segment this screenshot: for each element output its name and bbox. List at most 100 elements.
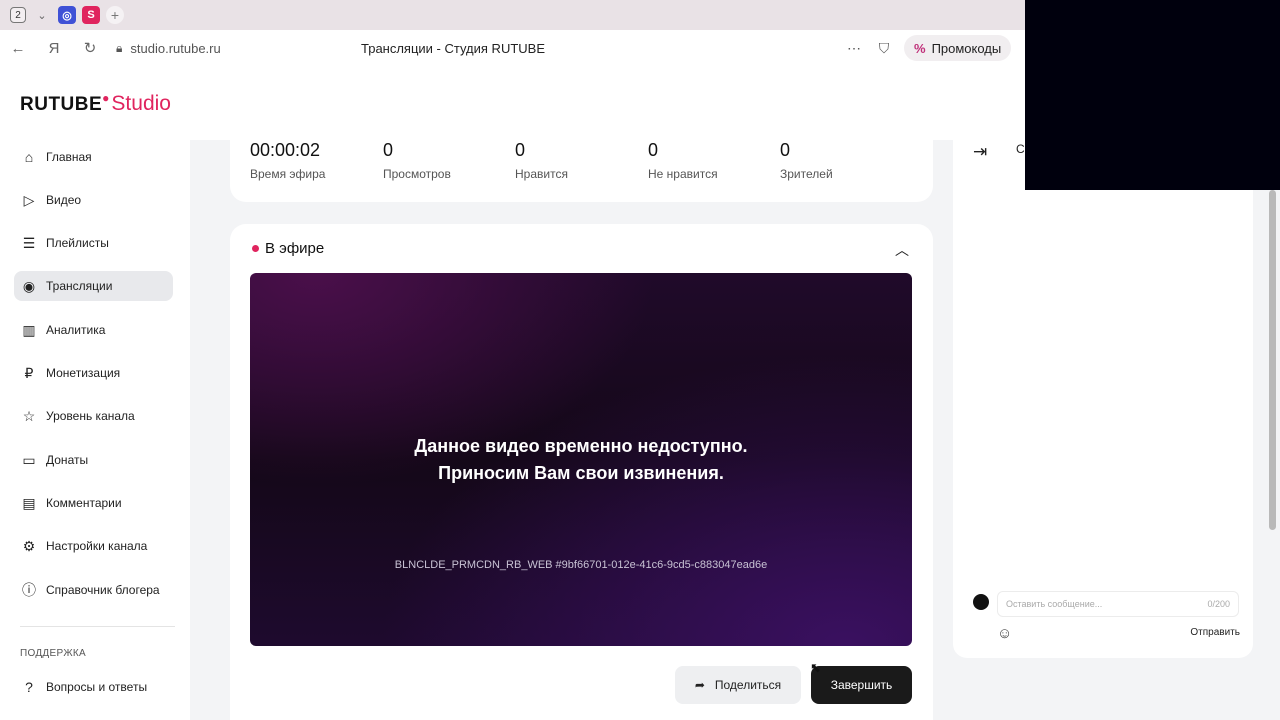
sidebar-item-label: Монетизация bbox=[46, 366, 121, 380]
stat-viewers: 0 Зрителей bbox=[780, 140, 833, 181]
sidebar-item-monetization[interactable]: ₽ Монетизация bbox=[14, 358, 173, 388]
chevron-up-icon[interactable]: ︿ bbox=[895, 240, 909, 260]
sidebar-item-video[interactable]: ▷ Видео bbox=[14, 185, 173, 215]
ruble-icon: ₽ bbox=[24, 364, 34, 381]
reload-icon[interactable]: ↻ bbox=[72, 30, 108, 66]
dark-overlay bbox=[1025, 0, 1280, 190]
promo-button[interactable]: % Промокоды bbox=[904, 35, 1012, 61]
star-icon: ☆ bbox=[22, 407, 36, 424]
comment-icon: ▤ bbox=[22, 494, 36, 511]
share-button[interactable]: ➦ Поделиться bbox=[675, 666, 801, 704]
collapse-panel-icon[interactable]: ⇥ bbox=[973, 142, 987, 162]
stream-stats-card: 00:00:02 Время эфира 0 Просмотров 0 Нрав… bbox=[230, 140, 933, 202]
avatar bbox=[973, 594, 989, 610]
tab-count-badge[interactable]: 2 bbox=[10, 7, 26, 23]
stat-likes: 0 Нравится bbox=[515, 140, 568, 181]
send-button[interactable]: Отправить bbox=[1190, 627, 1240, 638]
bookmark-icon[interactable]: ⛉ bbox=[874, 40, 894, 57]
stat-value: 0 bbox=[648, 140, 659, 160]
stat-airtime: 00:00:02 Время эфира bbox=[250, 140, 325, 181]
info-icon: ⓘ bbox=[22, 582, 36, 598]
live-indicator-dot bbox=[252, 245, 259, 252]
url-field[interactable]: 🔒︎ studio.rutube.ru bbox=[116, 41, 336, 56]
sidebar-item-channel-settings[interactable]: ⚙ Настройки канала bbox=[14, 531, 173, 561]
home-icon: ⌂ bbox=[24, 149, 34, 165]
sidebar-item-broadcasts[interactable]: ◉ Трансляции bbox=[14, 271, 173, 301]
sidebar-item-label: Трансляции bbox=[46, 279, 113, 293]
more-icon[interactable]: ⋯ bbox=[844, 40, 864, 57]
logo-sub-text: Studio bbox=[111, 92, 171, 115]
live-status-title: В эфире bbox=[252, 240, 324, 257]
question-icon: ? bbox=[25, 679, 33, 695]
url-text: studio.rutube.ru bbox=[130, 40, 221, 56]
video-player[interactable]: Данное видео временно недоступно. Принос… bbox=[250, 273, 912, 646]
sidebar-item-comments[interactable]: ▤ Комментарии bbox=[14, 488, 173, 518]
stat-label: Не нравится bbox=[648, 167, 718, 181]
yandex-icon[interactable]: Я bbox=[36, 30, 72, 66]
share-label: Поделиться bbox=[714, 678, 782, 692]
emoji-icon[interactable]: ☺ bbox=[997, 625, 1012, 642]
address-bar-actions: ⋯ ⛉ % Промокоды bbox=[844, 30, 1046, 66]
chevron-down-icon[interactable]: ⌄ bbox=[32, 9, 52, 22]
browser-page-title: Трансляции - Студия RUTUBE bbox=[361, 40, 545, 56]
chat-char-counter: 0/200 bbox=[1207, 599, 1230, 609]
stat-value: 0 bbox=[383, 140, 394, 160]
stat-label: Время эфира bbox=[250, 167, 326, 181]
sidebar-item-label: Справочник блогера bbox=[46, 583, 160, 597]
sidebar-item-label: Донаты bbox=[46, 453, 89, 467]
stat-label: Просмотров bbox=[383, 167, 451, 181]
chat-message-input[interactable]: Оставить сообщение... 0/200 bbox=[997, 591, 1239, 617]
support-heading: ПОДДЕРЖКА bbox=[20, 648, 86, 659]
gear-icon: ⚙ bbox=[22, 537, 36, 554]
playlist-icon: ☰ bbox=[22, 234, 36, 251]
sidebar-item-faq[interactable]: ? Вопросы и ответы bbox=[14, 672, 173, 702]
stat-value: 0 bbox=[780, 140, 791, 160]
analytics-icon: ▥ bbox=[22, 321, 36, 338]
video-icon: ▷ bbox=[23, 191, 35, 208]
sidebar-item-playlists[interactable]: ☰ Плейлисты bbox=[14, 228, 173, 258]
share-icon: ➦ bbox=[694, 678, 705, 692]
error-line-1: Данное видео временно недоступно. bbox=[414, 436, 748, 456]
sidebar-item-channel-level[interactable]: ☆ Уровень канала bbox=[14, 401, 173, 431]
chat-input-placeholder: Оставить сообщение... bbox=[1006, 599, 1103, 609]
lock-icon: 🔒︎ bbox=[116, 40, 123, 55]
mouse-cursor-icon: ⬉ bbox=[810, 660, 821, 675]
chat-panel: ⇥ Cc Оставить сообщение... 0/200 ☺ Отпра… bbox=[953, 140, 1253, 658]
sidebar-item-label: Аналитика bbox=[46, 323, 106, 337]
rutube-tab-favicon[interactable]: S bbox=[82, 6, 100, 24]
stat-value: 0 bbox=[515, 140, 526, 160]
sidebar-item-donations[interactable]: ▭ Донаты bbox=[14, 445, 173, 475]
stat-dislikes: 0 Не нравится bbox=[648, 140, 718, 181]
stat-views: 0 Просмотров bbox=[383, 140, 451, 181]
sidebar-item-label: Вопросы и ответы bbox=[46, 680, 148, 694]
logo-main-text: RUTUBE bbox=[20, 94, 103, 115]
player-error-message: Данное видео временно недоступно. Принос… bbox=[250, 433, 912, 487]
sidebar: ⌂ Главная ▷ Видео ☰ Плейлисты ◉ Трансляц… bbox=[0, 140, 190, 720]
sidebar-item-label: Плейлисты bbox=[46, 236, 109, 250]
page-scrollbar[interactable] bbox=[1269, 190, 1276, 530]
percent-icon: % bbox=[914, 40, 926, 56]
player-error-code: BLNCLDE_PRMCDN_RB_WEB #9bf66701-012e-41c… bbox=[394, 559, 768, 571]
live-title-text: В эфире bbox=[265, 240, 325, 257]
rutube-studio-logo[interactable]: RUTUBE ● Studio bbox=[20, 91, 171, 116]
stat-value: 00:00:02 bbox=[250, 140, 321, 160]
sidebar-item-label: Уровень канала bbox=[46, 409, 135, 423]
promo-label: Промокоды bbox=[931, 40, 1002, 56]
new-tab-icon[interactable]: + bbox=[106, 6, 124, 24]
sidebar-item-analytics[interactable]: ▥ Аналитика bbox=[14, 315, 173, 345]
sidebar-item-home[interactable]: ⌂ Главная bbox=[14, 142, 173, 172]
back-arrow-icon[interactable]: ← bbox=[0, 30, 36, 66]
live-stream-card: В эфире ︿ Данное видео временно недоступ… bbox=[230, 224, 933, 720]
sidebar-item-label: Комментарии bbox=[46, 496, 122, 510]
sidebar-item-label: Настройки канала bbox=[46, 539, 148, 553]
stat-label: Зрителей bbox=[780, 167, 833, 181]
stat-label: Нравится bbox=[515, 167, 568, 181]
wallet-icon: ▭ bbox=[22, 451, 36, 468]
sidebar-item-label: Главная bbox=[46, 150, 92, 164]
sidebar-item-blogger-guide[interactable]: ⓘ Справочник блогера bbox=[14, 575, 173, 605]
error-line-2: Приносим Вам свои извинения. bbox=[438, 463, 724, 483]
broadcast-icon: ◉ bbox=[22, 277, 36, 294]
browser-tab-favicon[interactable]: ◎ bbox=[58, 6, 76, 24]
logo-dot: ● bbox=[102, 91, 110, 105]
finish-stream-button[interactable]: Завершить bbox=[811, 666, 912, 704]
